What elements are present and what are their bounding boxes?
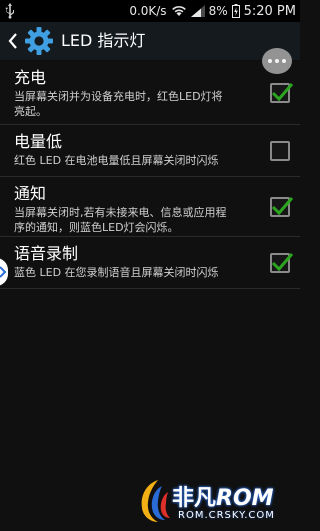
setting-description: 当屏幕关闭时,若有未接来电、信息或应用程 序的通知，则蓝色LED灯会闪烁。 (14, 206, 227, 234)
status-indicators: 0.0K/s 8% 5:20 PM (129, 0, 296, 22)
checkbox[interactable] (270, 83, 294, 103)
setting-row-notifications[interactable]: 通知 当屏幕关闭时,若有未接来电、信息或应用程 序的通知，则蓝色LED灯会闪烁。 (0, 177, 300, 237)
back-chevron-icon[interactable] (8, 33, 18, 49)
watermark-url: ROM.CRSKY.COM (178, 510, 275, 521)
wifi-icon (171, 6, 186, 16)
setting-description: 蓝色 LED 在您录制语音且屏幕关闭时闪烁 (14, 266, 219, 279)
settings-list: 充电 当屏幕关闭并为设备充电时，红色LED灯将 亮起。 电量低 红色 LED 在… (0, 61, 300, 289)
setting-title: 电量低 (14, 132, 63, 151)
settings-gear-icon[interactable] (24, 26, 54, 56)
setting-title: 语音录制 (14, 244, 79, 263)
site-watermark: 非凡ROM ROM.CRSKY.COM (138, 478, 298, 528)
checkmark-icon (271, 83, 294, 102)
watermark-title: 非凡ROM (172, 486, 274, 511)
setting-title: 通知 (14, 184, 47, 203)
network-speed: 0.0K/s (129, 4, 167, 18)
clock: 5:20 PM (243, 3, 296, 19)
watermark-logo-icon (141, 480, 170, 522)
setting-row-charging[interactable]: 充电 当屏幕关闭并为设备充电时，红色LED灯将 亮起。 (0, 61, 300, 125)
chevron-right-icon (0, 266, 6, 278)
signal-icon (190, 5, 205, 17)
status-bar: 0.0K/s 8% 5:20 PM (0, 0, 300, 22)
checkmark-icon (271, 253, 294, 272)
action-bar: LED 指示灯 (0, 22, 300, 61)
page-title: LED 指示灯 (61, 31, 146, 50)
battery-icon (231, 4, 240, 18)
checkmark-icon (271, 197, 294, 216)
setting-description: 当屏幕关闭并为设备充电时，红色LED灯将 亮起。 (14, 90, 223, 118)
setting-row-voice-recording[interactable]: 语音录制 蓝色 LED 在您录制语音且屏幕关闭时闪烁 (0, 237, 300, 289)
setting-description: 红色 LED 在电池电量低且屏幕关闭时闪烁 (14, 154, 219, 167)
checkbox[interactable] (270, 197, 294, 217)
setting-title: 充电 (14, 68, 47, 87)
setting-row-low-battery[interactable]: 电量低 红色 LED 在电池电量低且屏幕关闭时闪烁 (0, 125, 300, 177)
usb-icon (5, 3, 14, 19)
checkbox[interactable] (270, 253, 294, 273)
checkbox[interactable] (270, 141, 290, 161)
battery-percent: 8% (208, 4, 228, 18)
